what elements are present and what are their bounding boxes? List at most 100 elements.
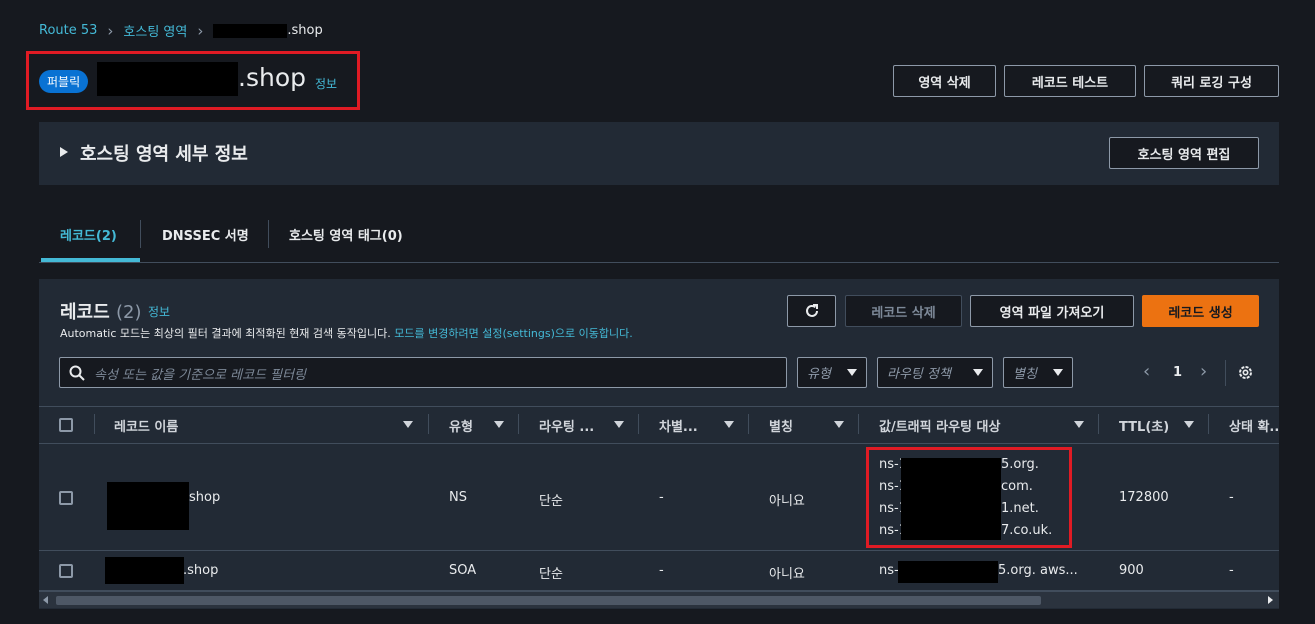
next-page-icon[interactable]: › (1200, 361, 1207, 382)
redacted-block (105, 557, 184, 584)
delete-record-button[interactable]: 레코드 삭제 (845, 295, 962, 327)
query-logging-button[interactable]: 쿼리 로깅 구성 (1144, 65, 1279, 97)
type-filter-label: 유형 (807, 367, 831, 382)
tab-divider (268, 220, 269, 248)
soa-value-suffix: 5.org. aws... (998, 563, 1078, 578)
test-record-button[interactable]: 레코드 테스트 (1004, 65, 1136, 97)
column-divider (1208, 414, 1209, 434)
col-routing[interactable]: 라우팅 ... (539, 416, 594, 435)
title-info-link[interactable]: 정보 (315, 75, 337, 92)
column-divider (428, 414, 429, 434)
chevron-right-icon: › (197, 21, 204, 40)
public-badge: 퍼블릭 (39, 70, 89, 93)
record-routing: 단순 (539, 567, 563, 582)
page-title: .shop (238, 63, 306, 92)
sort-icon[interactable] (724, 421, 734, 428)
column-divider (748, 414, 749, 434)
breadcrumb-hosted-zones[interactable]: 호스팅 영역 (123, 21, 187, 40)
records-title-text: 레코드 (60, 302, 110, 323)
page-number[interactable]: 1 (1173, 365, 1182, 380)
delete-zone-button[interactable]: 영역 삭제 (893, 65, 996, 97)
tab-tags[interactable]: 호스팅 영역 태그(0) (289, 225, 403, 244)
record-differentiator: - (659, 490, 664, 505)
tabs-divider (39, 262, 1279, 263)
select-all-checkbox[interactable] (59, 418, 73, 432)
search-input[interactable]: 속성 또는 값을 기준으로 레코드 필터링 (59, 357, 787, 388)
caret-down-icon (847, 369, 857, 376)
record-alias: 아니요 (769, 567, 805, 582)
edit-hosted-zone-button[interactable]: 호스팅 영역 편집 (1109, 137, 1259, 169)
refresh-button[interactable] (787, 295, 836, 327)
tab-dnssec[interactable]: DNSSEC 서명 (162, 225, 249, 244)
highlight-box-values (866, 447, 1072, 548)
col-differentiator[interactable]: 차별... (659, 416, 698, 435)
gear-icon[interactable] (1237, 364, 1254, 381)
record-type: SOA (449, 563, 477, 578)
column-divider (94, 414, 95, 434)
sort-icon[interactable] (403, 421, 413, 428)
sort-icon[interactable] (834, 421, 844, 428)
caret-down-icon (1053, 369, 1063, 376)
caret-right-icon[interactable] (60, 147, 68, 157)
sort-icon[interactable] (1184, 421, 1194, 428)
sort-icon[interactable] (614, 421, 624, 428)
row-checkbox[interactable] (59, 564, 73, 578)
search-placeholder: 속성 또는 값을 기준으로 레코드 필터링 (94, 368, 307, 383)
redacted-block (107, 482, 189, 530)
records-title: 레코드 (2) (60, 298, 141, 324)
col-type[interactable]: 유형 (449, 416, 473, 435)
breadcrumb: Route 53 › 호스팅 영역 › .shop (39, 21, 323, 41)
record-differentiator: - (659, 563, 664, 578)
active-tab-indicator (41, 258, 140, 262)
records-count: (2) (115, 302, 142, 323)
breadcrumb-current: .shop (287, 23, 323, 38)
tab-records[interactable]: 레코드(2) (60, 225, 117, 244)
create-record-button[interactable]: 레코드 생성 (1142, 295, 1259, 327)
column-divider (638, 414, 639, 434)
refresh-icon (805, 304, 818, 317)
chevron-right-icon: › (107, 21, 114, 40)
pager-divider (1225, 360, 1226, 386)
routing-filter-select[interactable]: 라우팅 정책 (877, 357, 993, 388)
scrollbar-thumb[interactable] (56, 596, 1041, 605)
column-divider (858, 414, 859, 434)
record-ttl: 900 (1119, 563, 1144, 578)
col-ttl[interactable]: TTL(초) (1119, 416, 1169, 435)
row-checkbox[interactable] (59, 491, 73, 505)
routing-filter-label: 라우팅 정책 (887, 367, 951, 382)
col-record-name[interactable]: 레코드 이름 (114, 416, 178, 435)
settings-link[interactable]: 모드를 변경하려면 설정(settings)으로 이동합니다. (394, 327, 632, 340)
col-health[interactable]: 상태 확... (1229, 416, 1279, 435)
records-info-link[interactable]: 정보 (148, 303, 170, 320)
alias-filter-select[interactable]: 별칭 (1003, 357, 1073, 388)
record-type: NS (449, 490, 467, 505)
description-text: Automatic 모드는 최상의 필터 결과에 최적화된 현재 검색 동작입니… (60, 327, 391, 340)
sort-icon[interactable] (494, 421, 504, 428)
record-ttl: 172800 (1119, 490, 1169, 505)
search-icon (69, 365, 85, 381)
redacted-block (213, 23, 288, 38)
prev-page-icon[interactable]: ‹ (1143, 361, 1150, 382)
soa-value-prefix: ns- (879, 563, 899, 578)
tab-divider (140, 220, 141, 248)
col-value[interactable]: 값/트래픽 라우팅 대상 (879, 416, 1000, 435)
scroll-left-icon[interactable] (43, 596, 48, 604)
record-name[interactable]: .shop (183, 563, 218, 578)
column-divider (518, 414, 519, 434)
column-divider (1098, 414, 1099, 434)
type-filter-select[interactable]: 유형 (797, 357, 867, 388)
import-zone-file-button[interactable]: 영역 파일 가져오기 (970, 295, 1134, 327)
breadcrumb-route53[interactable]: Route 53 (39, 23, 97, 38)
redacted-block (97, 62, 238, 96)
records-description: Automatic 모드는 최상의 필터 결과에 최적화된 현재 검색 동작입니… (60, 325, 633, 341)
scroll-right-icon[interactable] (1268, 596, 1273, 604)
hosted-zone-details-title[interactable]: 호스팅 영역 세부 정보 (80, 140, 248, 166)
record-alias: 아니요 (769, 494, 805, 509)
sort-icon[interactable] (1074, 421, 1084, 428)
record-health: - (1229, 563, 1234, 578)
col-alias[interactable]: 별칭 (769, 416, 793, 435)
record-routing: 단순 (539, 494, 563, 509)
record-name[interactable]: shop (189, 490, 220, 505)
caret-down-icon (973, 369, 983, 376)
redacted-block (898, 561, 998, 583)
